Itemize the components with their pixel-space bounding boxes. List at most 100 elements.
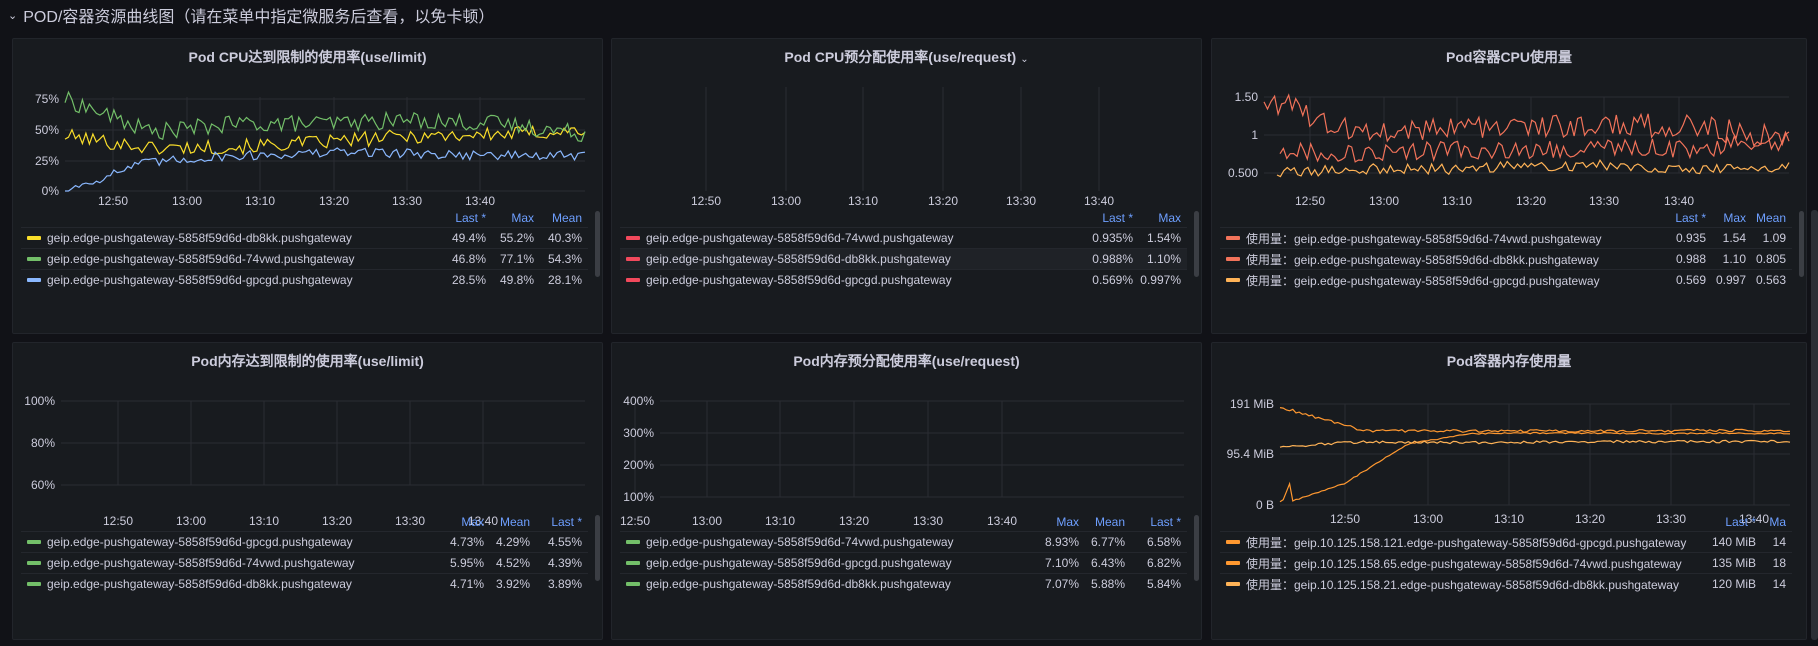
panel-mem-request: Pod内存预分配使用率(use/request) 400% 300% 200% 100… — [611, 342, 1202, 640]
legend-scrollbar[interactable] — [1799, 211, 1804, 277]
series-line[interactable] — [1279, 407, 1791, 433]
legend-row[interactable]: geip.edge-pushgateway-5858f59d6d-gpcgd.p… — [620, 552, 1187, 573]
series-color-swatch[interactable] — [626, 257, 640, 261]
y-tick-label: 400% — [623, 394, 654, 408]
series-color-swatch[interactable] — [27, 236, 41, 240]
legend-row[interactable]: 使用量：geip.edge-pushgateway-5858f59d6d-74v… — [1220, 227, 1792, 248]
legend-row[interactable]: 使用量：geip.10.125.158.121.edge-pushgateway… — [1220, 531, 1792, 552]
legend-column-header[interactable]: Last * — [444, 211, 492, 225]
page-scrollbar[interactable] — [1811, 210, 1818, 640]
series-color-swatch[interactable] — [1226, 540, 1240, 544]
series-color-swatch[interactable] — [1226, 257, 1240, 261]
legend-scrollbar[interactable] — [595, 211, 600, 277]
legend-value: 0.997% — [1140, 273, 1181, 287]
series-line[interactable] — [1279, 439, 1791, 448]
legend-row[interactable]: geip.edge-pushgateway-5858f59d6d-gpcgd.p… — [21, 531, 588, 552]
legend-value: 135 MiB — [1711, 556, 1756, 570]
chart-svg[interactable]: 191 MiB95.4 MiB0 B12:50 13:00 13:10 13:20 13… — [1212, 343, 1806, 639]
legend-value: 1.09 — [1762, 231, 1786, 245]
legend-column-header[interactable]: Max — [1712, 211, 1752, 225]
series-color-swatch[interactable] — [1226, 278, 1240, 282]
legend-scrollbar[interactable] — [1194, 515, 1199, 581]
legend-table: Max Mean Last * geip.edge-pushgateway-5858f… — [21, 513, 588, 594]
legend-row[interactable]: 使用量：geip.10.125.158.21.edge-pushgateway-… — [1220, 573, 1792, 594]
legend-column-header[interactable]: Ma — [1762, 515, 1792, 529]
legend-series-name: 使用量：geip.edge-pushgateway-5858f59d6d-gpc… — [1246, 273, 1600, 288]
legend-row[interactable]: geip.edge-pushgateway-5858f59d6d-74vwd.p… — [620, 531, 1187, 552]
series-color-swatch[interactable] — [626, 278, 640, 282]
legend-row[interactable]: 使用量：geip.10.125.158.65.edge-pushgateway-… — [1220, 552, 1792, 573]
legend-column-header[interactable]: Last * — [1089, 211, 1139, 225]
series-color-swatch[interactable] — [27, 582, 41, 586]
legend-column-header[interactable]: Max — [1139, 211, 1187, 225]
legend-value: 7.10% — [1044, 556, 1079, 570]
y-tick-label: 75% — [35, 92, 59, 106]
x-tick-label: 13:00 — [1369, 194, 1399, 208]
panel-container-memory: Pod容器内存使用量 191 MiB 95.4 MiB 0 B 12:50 13:00 1… — [1211, 342, 1807, 640]
legend-row[interactable]: 使用量：geip.edge-pushgateway-5858f59d6d-gpc… — [1220, 269, 1792, 290]
legend-value: 0.988 — [1675, 252, 1706, 266]
legend-row[interactable]: geip.edge-pushgateway-5858f59d6d-db8kk.p… — [21, 227, 588, 248]
legend-scrollbar[interactable] — [1194, 211, 1199, 277]
legend-value: 4.29% — [495, 535, 530, 549]
chevron-down-icon[interactable]: ⌄ — [8, 9, 17, 22]
legend-row[interactable]: geip.edge-pushgateway-5858f59d6d-gpcgd.p… — [620, 269, 1187, 290]
legend-column-header[interactable]: Max — [1041, 515, 1085, 529]
legend-value: 5.84% — [1146, 577, 1181, 591]
series-color-swatch[interactable] — [626, 561, 640, 565]
legend-row[interactable]: geip.edge-pushgateway-5858f59d6d-db8kk.p… — [620, 573, 1187, 594]
legend-table: Last * Ma 使用量：geip.10.125.158.121.edge-pus… — [1220, 513, 1792, 594]
legend-value: 0.569 — [1675, 273, 1706, 287]
legend-value: 49.8% — [499, 273, 534, 287]
chart-svg[interactable]: 100%80%60%12:50 13:00 13:10 13:20 13:30 13:40 — [13, 343, 602, 639]
x-tick-label: 13:10 — [245, 194, 275, 208]
series-color-swatch[interactable] — [1226, 582, 1240, 586]
legend-series-name: geip.edge-pushgateway-5858f59d6d-gpcgd.p… — [646, 273, 952, 287]
series-color-swatch[interactable] — [27, 561, 41, 565]
legend-column-header[interactable]: Last * — [1664, 211, 1712, 225]
legend-series-name: geip.edge-pushgateway-5858f59d6d-gpcgd.p… — [47, 535, 353, 549]
y-tick-label: 100% — [623, 490, 654, 504]
legend-value: 77.1% — [499, 252, 534, 266]
legend-series-name: 使用量：geip.10.125.158.21.edge-pushgateway-… — [1246, 577, 1679, 592]
legend-row[interactable]: 使用量：geip.edge-pushgateway-5858f59d6d-db8… — [1220, 248, 1792, 269]
legend-column-header[interactable]: Last * — [1131, 515, 1187, 529]
legend-scrollbar[interactable] — [595, 515, 600, 581]
legend-header: Last * Max Mean — [1220, 209, 1792, 227]
legend-column-header[interactable]: Mean — [540, 211, 588, 225]
series-color-swatch[interactable] — [27, 278, 41, 282]
legend-row[interactable]: geip.edge-pushgateway-5858f59d6d-74vwd.p… — [21, 552, 588, 573]
legend-column-header[interactable]: Last * — [536, 515, 588, 529]
legend-row[interactable]: geip.edge-pushgateway-5858f59d6d-74vwd.p… — [620, 227, 1187, 248]
legend-row[interactable]: geip.edge-pushgateway-5858f59d6d-gpcgd.p… — [21, 269, 588, 290]
legend-column-header[interactable]: Last * — [1700, 515, 1762, 529]
series-color-swatch[interactable] — [626, 582, 640, 586]
series-color-swatch[interactable] — [27, 257, 41, 261]
x-tick-label: 12:50 — [691, 194, 721, 208]
series-line[interactable] — [65, 147, 586, 192]
y-tick-label: 50% — [35, 123, 59, 137]
legend-row[interactable]: geip.edge-pushgateway-5858f59d6d-db8kk.p… — [620, 248, 1187, 269]
series-color-swatch[interactable] — [1226, 236, 1240, 240]
dashboard-row-title[interactable]: ⌄ POD/容器资源曲线图（请在菜单中指定微服务后查看，以免卡顿） — [8, 4, 494, 26]
legend-row[interactable]: geip.edge-pushgateway-5858f59d6d-74vwd.p… — [21, 248, 588, 269]
legend-row[interactable]: geip.edge-pushgateway-5858f59d6d-db8kk.p… — [21, 573, 588, 594]
legend-column-header[interactable]: Mean — [1085, 515, 1131, 529]
legend-value: 5.95% — [449, 556, 484, 570]
series-color-swatch[interactable] — [626, 236, 640, 240]
series-line[interactable] — [64, 124, 586, 156]
series-line[interactable] — [1276, 159, 1790, 178]
series-color-swatch[interactable] — [1226, 561, 1240, 565]
chart-svg[interactable]: 400%300%200%100%12:50 13:00 13:10 13:20 13:3… — [612, 343, 1201, 639]
legend-value: 54.3% — [547, 252, 582, 266]
legend-column-header[interactable]: Max — [446, 515, 490, 529]
series-color-swatch[interactable] — [27, 540, 41, 544]
series-line[interactable] — [1263, 93, 1790, 152]
series-line[interactable] — [1279, 131, 1790, 163]
series-color-swatch[interactable] — [626, 540, 640, 544]
legend-column-header[interactable]: Mean — [1752, 211, 1792, 225]
legend-column-header[interactable]: Mean — [490, 515, 536, 529]
x-tick-label: 13:20 — [319, 194, 349, 208]
legend-column-header[interactable]: Max — [492, 211, 540, 225]
legend-value: 140 MiB — [1711, 535, 1756, 549]
